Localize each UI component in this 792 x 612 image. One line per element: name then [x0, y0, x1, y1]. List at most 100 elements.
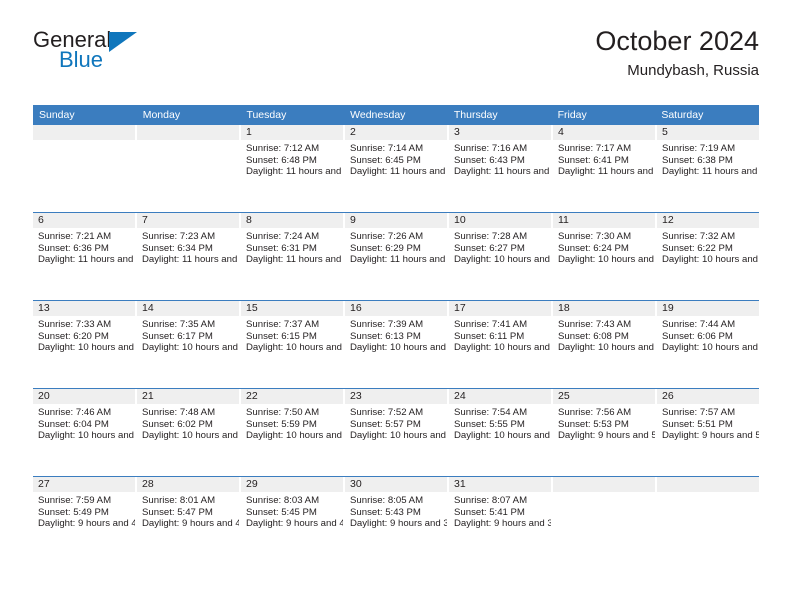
calendar-day-cell[interactable]: 4 Sunrise: 7:17 AM Sunset: 6:41 PM Daylight… — [553, 125, 657, 212]
page-subtitle: Mundybash, Russia — [627, 62, 759, 79]
daylight-text: Daylight: 9 hours and 45 minutes. — [142, 518, 241, 530]
weekday-header-row: Sunday Monday Tuesday Wednesday Thursday Frid… — [33, 105, 759, 125]
calendar-day-cell[interactable]: 21 Sunrise: 7:48 AM Sunset: 6:02 PM Dayligh… — [137, 389, 241, 476]
daylight-text: Daylight: 10 hours and 42 minutes. — [142, 342, 239, 354]
day-sun-info: Sunrise: 7:17 AM Sunset: 6:41 PM Daylight:… — [553, 140, 655, 178]
calendar-day-cell[interactable]: 1 Sunrise: 7:12 AM Sunset: 6:48 PM Daylight… — [241, 125, 345, 212]
day-number: 11 — [553, 213, 655, 228]
daylight-text: Daylight: 11 hours and 15 minutes. — [38, 254, 135, 266]
logo-triangle-icon — [109, 32, 137, 52]
calendar-day-cell[interactable]: 28 Sunrise: 8:01 AM Sunset: 5:47 PM Dayligh… — [137, 477, 241, 564]
calendar-day-cell[interactable]: 16 Sunrise: 7:39 AM Sunset: 6:13 PM Dayligh… — [345, 301, 449, 388]
sunset-text: Sunset: 6:22 PM — [662, 242, 733, 254]
day-sun-info: Sunrise: 7:39 AM Sunset: 6:13 PM Daylight:… — [345, 316, 447, 354]
day-sun-info: Sunrise: 7:24 AM Sunset: 6:31 PM Daylight:… — [241, 228, 343, 266]
sunset-text: Sunset: 6:20 PM — [38, 330, 109, 342]
day-sun-info: Sunrise: 7:28 AM Sunset: 6:27 PM Daylight:… — [449, 228, 551, 266]
day-sun-info: Sunrise: 7:16 AM Sunset: 6:43 PM Daylight:… — [449, 140, 551, 178]
sunrise-text: Sunrise: 7:21 AM — [38, 231, 112, 242]
day-number: 15 — [241, 301, 343, 316]
calendar-day-cell[interactable]: 5 Sunrise: 7:19 AM Sunset: 6:38 PM Daylight… — [657, 125, 759, 212]
calendar-day-cell[interactable]: 9 Sunrise: 7:26 AM Sunset: 6:29 PM Daylight… — [345, 213, 449, 300]
calendar-day-cell[interactable]: 10 Sunrise: 7:28 AM Sunset: 6:27 PM Dayligh… — [449, 213, 553, 300]
day-number: 26 — [657, 389, 759, 404]
daylight-text: Daylight: 11 hours and 10 minutes. — [142, 254, 239, 266]
daylight-text: Daylight: 9 hours and 57 minutes. — [558, 430, 657, 442]
sunset-text: Sunset: 5:49 PM — [38, 506, 109, 518]
sunrise-text: Sunrise: 7:50 AM — [246, 407, 320, 418]
calendar-day-cell[interactable]: 14 Sunrise: 7:35 AM Sunset: 6:17 PM Dayligh… — [137, 301, 241, 388]
daylight-text: Daylight: 9 hours and 41 minutes. — [246, 518, 345, 530]
calendar-day-cell[interactable]: 24 Sunrise: 7:54 AM Sunset: 5:55 PM Dayligh… — [449, 389, 553, 476]
calendar-day-cell[interactable]: 8 Sunrise: 7:24 AM Sunset: 6:31 PM Daylight… — [241, 213, 345, 300]
day-number: 6 — [33, 213, 135, 228]
calendar-day-cell[interactable]: 27 Sunrise: 7:59 AM Sunset: 5:49 PM Dayligh… — [33, 477, 137, 564]
sunrise-text: Sunrise: 7:35 AM — [142, 319, 216, 330]
sunrise-text: Sunrise: 7:59 AM — [38, 495, 112, 506]
day-sun-info: Sunrise: 7:35 AM Sunset: 6:17 PM Daylight:… — [137, 316, 239, 354]
sunset-text: Sunset: 5:51 PM — [662, 418, 733, 430]
page-title: October 2024 — [595, 26, 759, 56]
day-number: 18 — [553, 301, 655, 316]
day-sun-info: Sunrise: 7:52 AM Sunset: 5:57 PM Daylight:… — [345, 404, 447, 442]
sunset-text: Sunset: 6:24 PM — [558, 242, 629, 254]
calendar-day-cell[interactable]: 31 Sunrise: 8:07 AM Sunset: 5:41 PM Dayligh… — [449, 477, 553, 564]
day-sun-info: Sunrise: 7:37 AM Sunset: 6:15 PM Daylight:… — [241, 316, 343, 354]
day-sun-info: Sunrise: 7:33 AM Sunset: 6:20 PM Daylight:… — [33, 316, 135, 354]
calendar-day-cell[interactable]: 26 Sunrise: 7:57 AM Sunset: 5:51 PM Dayligh… — [657, 389, 759, 476]
day-number: 28 — [137, 477, 239, 492]
day-number — [33, 125, 135, 140]
day-sun-info: Sunrise: 7:21 AM Sunset: 6:36 PM Daylight:… — [33, 228, 135, 266]
page-header: General Blue October 2024 Mundybash, Rus… — [0, 26, 792, 90]
day-sun-info: Sunrise: 7:19 AM Sunset: 6:38 PM Daylight:… — [657, 140, 759, 178]
sunrise-text: Sunrise: 7:48 AM — [142, 407, 216, 418]
sunrise-text: Sunrise: 7:41 AM — [454, 319, 528, 330]
day-sun-info: Sunrise: 7:14 AM Sunset: 6:45 PM Daylight:… — [345, 140, 447, 178]
day-number: 14 — [137, 301, 239, 316]
sunrise-text: Sunrise: 7:19 AM — [662, 143, 736, 154]
calendar-day-cell[interactable]: 20 Sunrise: 7:46 AM Sunset: 6:04 PM Dayligh… — [33, 389, 137, 476]
sunset-text: Sunset: 6:45 PM — [350, 154, 421, 166]
daylight-text: Daylight: 10 hours and 13 minutes. — [142, 430, 239, 442]
generalblue-logo[interactable]: General Blue — [33, 26, 153, 84]
calendar-day-cell[interactable]: 2 Sunrise: 7:14 AM Sunset: 6:45 PM Daylight… — [345, 125, 449, 212]
day-sun-info: Sunrise: 8:07 AM Sunset: 5:41 PM Daylight:… — [449, 492, 551, 530]
day-sun-info: Sunrise: 8:01 AM Sunset: 5:47 PM Daylight:… — [137, 492, 239, 530]
calendar-day-cell[interactable]: 13 Sunrise: 7:33 AM Sunset: 6:20 PM Dayligh… — [33, 301, 137, 388]
calendar-day-cell[interactable]: 15 Sunrise: 7:37 AM Sunset: 6:15 PM Dayligh… — [241, 301, 345, 388]
calendar-day-cell[interactable]: 22 Sunrise: 7:50 AM Sunset: 5:59 PM Dayligh… — [241, 389, 345, 476]
day-number: 22 — [241, 389, 343, 404]
day-sun-info: Sunrise: 7:12 AM Sunset: 6:48 PM Daylight:… — [241, 140, 343, 178]
daylight-text: Daylight: 10 hours and 37 minutes. — [246, 342, 343, 354]
calendar-day-cell[interactable]: 23 Sunrise: 7:52 AM Sunset: 5:57 PM Dayligh… — [345, 389, 449, 476]
calendar-day-cell[interactable]: 18 Sunrise: 7:43 AM Sunset: 6:08 PM Dayligh… — [553, 301, 657, 388]
sunrise-text: Sunrise: 7:57 AM — [662, 407, 736, 418]
calendar-day-cell[interactable]: 12 Sunrise: 7:32 AM Sunset: 6:22 PM Dayligh… — [657, 213, 759, 300]
calendar-day-cell[interactable]: 3 Sunrise: 7:16 AM Sunset: 6:43 PM Daylight… — [449, 125, 553, 212]
sunset-text: Sunset: 5:45 PM — [246, 506, 317, 518]
calendar-day-cell[interactable]: 6 Sunrise: 7:21 AM Sunset: 6:36 PM Daylight… — [33, 213, 137, 300]
calendar-grid: Sunday Monday Tuesday Wednesday Thursday Frid… — [33, 105, 759, 564]
calendar-week-row: 27 Sunrise: 7:59 AM Sunset: 5:49 PM Dayligh… — [33, 476, 759, 564]
calendar-day-cell[interactable]: 25 Sunrise: 7:56 AM Sunset: 5:53 PM Dayligh… — [553, 389, 657, 476]
calendar-day-cell[interactable]: 30 Sunrise: 8:05 AM Sunset: 5:43 PM Dayligh… — [345, 477, 449, 564]
sunrise-text: Sunrise: 7:23 AM — [142, 231, 216, 242]
daylight-text: Daylight: 11 hours and 23 minutes. — [558, 166, 655, 178]
day-sun-info: Sunrise: 7:32 AM Sunset: 6:22 PM Daylight:… — [657, 228, 759, 266]
sunrise-text: Sunrise: 7:56 AM — [558, 407, 632, 418]
sunrise-text: Sunrise: 8:05 AM — [350, 495, 424, 506]
day-number: 27 — [33, 477, 135, 492]
calendar-day-cell[interactable]: 11 Sunrise: 7:30 AM Sunset: 6:24 PM Dayligh… — [553, 213, 657, 300]
calendar-day-cell[interactable]: 19 Sunrise: 7:44 AM Sunset: 6:06 PM Dayligh… — [657, 301, 759, 388]
day-sun-info: Sunrise: 7:50 AM Sunset: 5:59 PM Daylight:… — [241, 404, 343, 442]
calendar-day-cell[interactable]: 7 Sunrise: 7:23 AM Sunset: 6:34 PM Daylight… — [137, 213, 241, 300]
sunset-text: Sunset: 6:06 PM — [662, 330, 733, 342]
daylight-text: Daylight: 11 hours and 27 minutes. — [454, 166, 551, 178]
day-number: 30 — [345, 477, 447, 492]
calendar-day-cell[interactable]: 29 Sunrise: 8:03 AM Sunset: 5:45 PM Dayligh… — [241, 477, 345, 564]
calendar-week-row: 13 Sunrise: 7:33 AM Sunset: 6:20 PM Dayligh… — [33, 300, 759, 388]
daylight-text: Daylight: 10 hours and 5 minutes. — [350, 430, 447, 442]
sunrise-text: Sunrise: 7:16 AM — [454, 143, 528, 154]
sunset-text: Sunset: 6:08 PM — [558, 330, 629, 342]
calendar-day-cell[interactable]: 17 Sunrise: 7:41 AM Sunset: 6:11 PM Dayligh… — [449, 301, 553, 388]
